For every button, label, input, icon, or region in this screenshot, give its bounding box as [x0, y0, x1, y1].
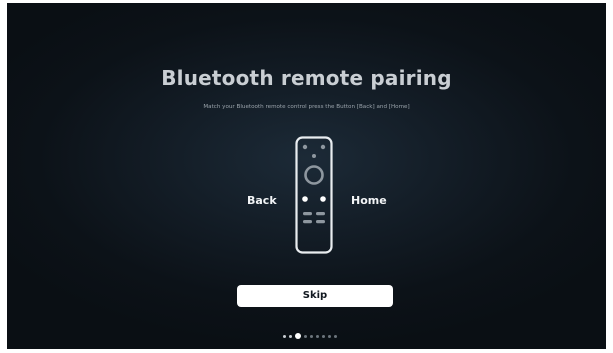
remote-control-icon [295, 136, 333, 254]
pager-dot [316, 334, 319, 338]
pager-dot [322, 334, 325, 338]
remote-power-dot-right [320, 144, 326, 150]
pairing-screen: Bluetooth remote pairing Match your Blue… [7, 3, 606, 349]
back-button-label: Back [247, 194, 277, 207]
pager-dot [310, 334, 313, 338]
remote-power-dot-left [302, 144, 308, 150]
remote-top-dot [312, 154, 316, 158]
skip-button[interactable]: Skip [237, 285, 393, 307]
remote-back-button [302, 196, 308, 202]
window-frame: Bluetooth remote pairing Match your Blue… [0, 0, 613, 353]
home-button-label: Home [351, 194, 387, 207]
pager-dot-active [295, 333, 301, 339]
pager-dot [283, 334, 286, 338]
pager-dot [334, 334, 337, 338]
remote-key-2 [316, 212, 325, 216]
remote-key-4 [316, 220, 325, 224]
page-title: Bluetooth remote pairing [161, 66, 452, 90]
pager-dot [289, 334, 292, 338]
remote-home-button [320, 196, 326, 202]
pairing-instructions: Match your Bluetooth remote control pres… [203, 104, 410, 110]
remote-key-1 [303, 212, 312, 216]
pager-dots [283, 331, 337, 341]
remote-key-3 [303, 220, 312, 224]
pager-dot [328, 334, 331, 338]
remote-dpad-ring [304, 165, 324, 185]
pager-dot [304, 334, 307, 338]
